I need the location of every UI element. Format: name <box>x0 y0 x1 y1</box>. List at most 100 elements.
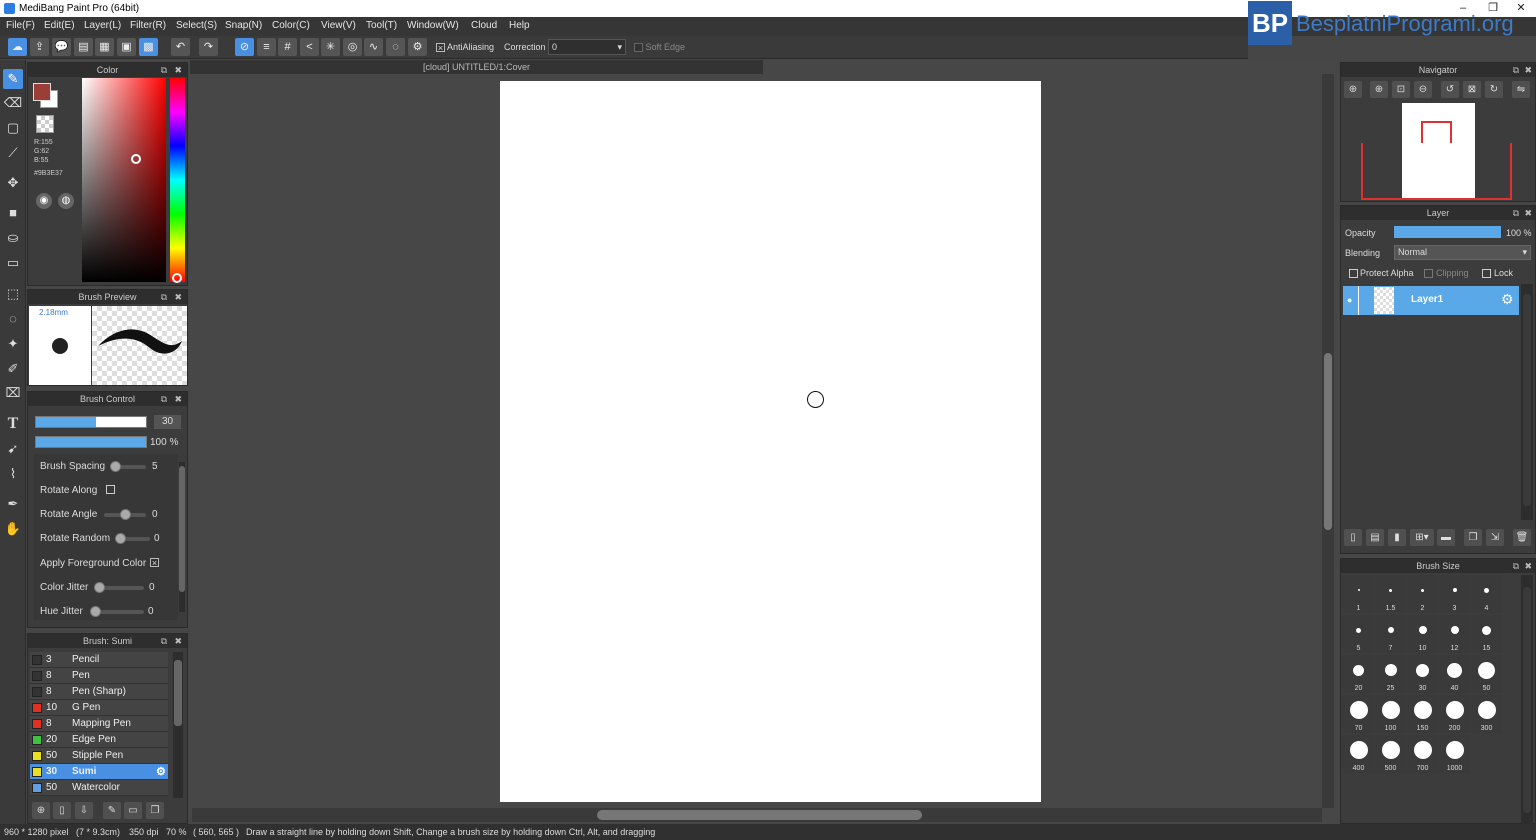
brush-list-item[interactable]: 10 G Pen <box>30 700 168 716</box>
fill-rect-tool-icon[interactable]: ■ <box>3 203 23 223</box>
scrollbar-thumb[interactable] <box>1523 294 1531 506</box>
brush-settings-gear-icon[interactable]: ⚙ <box>156 765 166 778</box>
snap-curve-icon[interactable]: ∿ <box>364 38 383 56</box>
page-icon[interactable]: ▦ <box>95 38 114 56</box>
brush-size-scrollbar[interactable] <box>1521 575 1533 825</box>
dropper-tool-icon[interactable]: ⌇ <box>3 464 23 484</box>
close-icon[interactable]: ✖ <box>174 392 182 406</box>
brush-size-option[interactable]: 500 <box>1375 735 1406 773</box>
rotate-left-icon[interactable]: ↺ <box>1441 81 1459 98</box>
menu-help[interactable]: Help <box>509 20 530 31</box>
brush-opacity-slider[interactable] <box>35 436 147 448</box>
soft-edge-check-icon[interactable] <box>634 43 643 53</box>
layer-settings-gear-icon[interactable]: ⚙ <box>1501 291 1514 308</box>
add-layer-menu-icon[interactable]: ⊞▾ <box>1410 529 1434 546</box>
panel-icon[interactable]: ▤ <box>74 38 93 56</box>
soft-edge-checkbox[interactable]: Soft Edge <box>634 42 685 53</box>
comment-icon[interactable]: 💬 <box>52 38 71 56</box>
text-tool-icon[interactable]: T <box>3 414 23 434</box>
grid-icon[interactable]: ▩ <box>139 38 158 56</box>
close-icon[interactable]: ✖ <box>174 634 182 648</box>
vertical-scrollbar-thumb[interactable] <box>1324 353 1332 530</box>
brush-import-icon[interactable]: ⇩ <box>75 802 93 819</box>
saturation-value-picker[interactable] <box>82 78 166 282</box>
layer-opacity-slider[interactable] <box>1394 226 1501 238</box>
brush-size-option[interactable]: 200 <box>1439 695 1470 733</box>
eraser-tool-icon[interactable]: ⌫ <box>3 93 23 113</box>
magic-wand-tool-icon[interactable]: ✦ <box>3 334 23 354</box>
undock-icon[interactable]: ⧉ <box>1513 206 1519 220</box>
undock-icon[interactable]: ⧉ <box>161 63 167 77</box>
snap-perspective-icon[interactable]: < <box>300 38 319 56</box>
close-icon[interactable]: ✖ <box>1524 206 1532 220</box>
snap-parallel-icon[interactable]: ≡ <box>257 38 276 56</box>
brush-list-item[interactable]: 30 Sumi ⚙ <box>30 764 168 780</box>
layer-folder-icon[interactable]: ▬ <box>1437 529 1455 546</box>
brush-size-option[interactable]: 10 <box>1407 615 1438 653</box>
close-icon[interactable]: ✖ <box>1524 559 1532 573</box>
color-picker-handle[interactable] <box>131 154 141 164</box>
undock-icon[interactable]: ⧉ <box>161 634 167 648</box>
canvas-page[interactable] <box>500 81 1041 802</box>
undo-icon[interactable]: ↶ <box>171 38 190 56</box>
document-tab[interactable]: [cloud] UNTITLED/1:Cover <box>190 60 763 74</box>
reset-view-icon[interactable]: ⊠ <box>1463 81 1481 98</box>
cloud-icon[interactable]: ☁ <box>8 38 27 56</box>
gradient-tool-icon[interactable]: ▭ <box>3 253 23 273</box>
snap-radial-icon[interactable]: ✳ <box>321 38 340 56</box>
zoom-in-icon[interactable]: ⊕ <box>1344 81 1362 98</box>
blending-select[interactable]: Normal ▾ <box>1394 245 1531 260</box>
zoom-in-alt-icon[interactable]: ⊕ <box>1370 81 1388 98</box>
brush-list-item[interactable]: 50 Stipple Pen <box>30 748 168 764</box>
undock-icon[interactable]: ⧉ <box>1513 63 1519 77</box>
menu-view[interactable]: View(V) <box>321 20 356 31</box>
apply-foreground-checkbox[interactable] <box>150 558 159 567</box>
protect-alpha-checkbox[interactable] <box>1349 269 1358 278</box>
line-tool-icon[interactable]: ⟋ <box>3 143 23 163</box>
menu-window[interactable]: Window(W) <box>407 20 459 31</box>
menu-select[interactable]: Select(S) <box>176 20 217 31</box>
rectangle-tool-icon[interactable]: ▢ <box>3 118 23 138</box>
delete-layer-icon[interactable]: 🗑 <box>1513 529 1531 546</box>
clipping-checkbox[interactable] <box>1424 269 1433 278</box>
close-icon[interactable]: ✖ <box>174 290 182 304</box>
move-tool-icon[interactable]: ✥ <box>3 173 23 193</box>
scrollbar-thumb[interactable] <box>1523 587 1531 813</box>
brush-size-option[interactable]: 1.5 <box>1375 575 1406 613</box>
page-manager-icon[interactable]: ▣ <box>117 38 136 56</box>
color-history-icon[interactable]: ◍ <box>58 193 74 209</box>
brush-size-option[interactable]: 70 <box>1343 695 1374 733</box>
brush-size-option[interactable]: 1000 <box>1439 735 1470 773</box>
brush-size-option[interactable]: 1 <box>1343 575 1374 613</box>
undock-icon[interactable]: ⧉ <box>1513 559 1519 573</box>
rotate-along-checkbox[interactable] <box>106 485 115 494</box>
rotate-right-icon[interactable]: ↻ <box>1485 81 1503 98</box>
snap-ellipse-icon[interactable]: ◌ <box>386 38 405 56</box>
snap-circle-icon[interactable]: ◎ <box>343 38 362 56</box>
select-pen-tool-icon[interactable]: ✐ <box>3 359 23 379</box>
lock-checkbox[interactable] <box>1482 269 1491 278</box>
brush-list-item[interactable]: 20 Edge Pen <box>30 732 168 748</box>
brush-size-option[interactable]: 7 <box>1375 615 1406 653</box>
brush-size-option[interactable]: 150 <box>1407 695 1438 733</box>
hue-slider[interactable] <box>170 78 185 282</box>
brush-size-option[interactable]: 2 <box>1407 575 1438 613</box>
brush-size-option[interactable]: 5 <box>1343 615 1374 653</box>
menu-edit[interactable]: Edit(E) <box>44 20 75 31</box>
antialiasing-checkbox[interactable]: AntiAliasing <box>436 42 494 53</box>
undock-icon[interactable]: ⧉ <box>161 392 167 406</box>
brush-folder-icon[interactable]: ▭ <box>124 802 142 819</box>
brush-size-option[interactable]: 700 <box>1407 735 1438 773</box>
select-eraser-tool-icon[interactable]: ⌧ <box>3 383 23 403</box>
foreground-color-swatch[interactable] <box>33 83 51 101</box>
brush-list-item[interactable]: 8 Pen (Sharp) <box>30 684 168 700</box>
correction-select[interactable]: 0 ▾ <box>548 39 626 55</box>
horizontal-scrollbar-thumb[interactable] <box>597 810 922 820</box>
redo-icon[interactable]: ↷ <box>199 38 218 56</box>
layer-scrollbar[interactable] <box>1521 284 1533 520</box>
brush-duplicate-icon[interactable]: ❐ <box>146 802 164 819</box>
rotate-random-knob[interactable] <box>115 533 126 544</box>
menu-filter[interactable]: Filter(R) <box>130 20 166 31</box>
snap-grid-icon[interactable]: # <box>278 38 297 56</box>
snap-off-icon[interactable]: ⊘ <box>235 38 254 56</box>
